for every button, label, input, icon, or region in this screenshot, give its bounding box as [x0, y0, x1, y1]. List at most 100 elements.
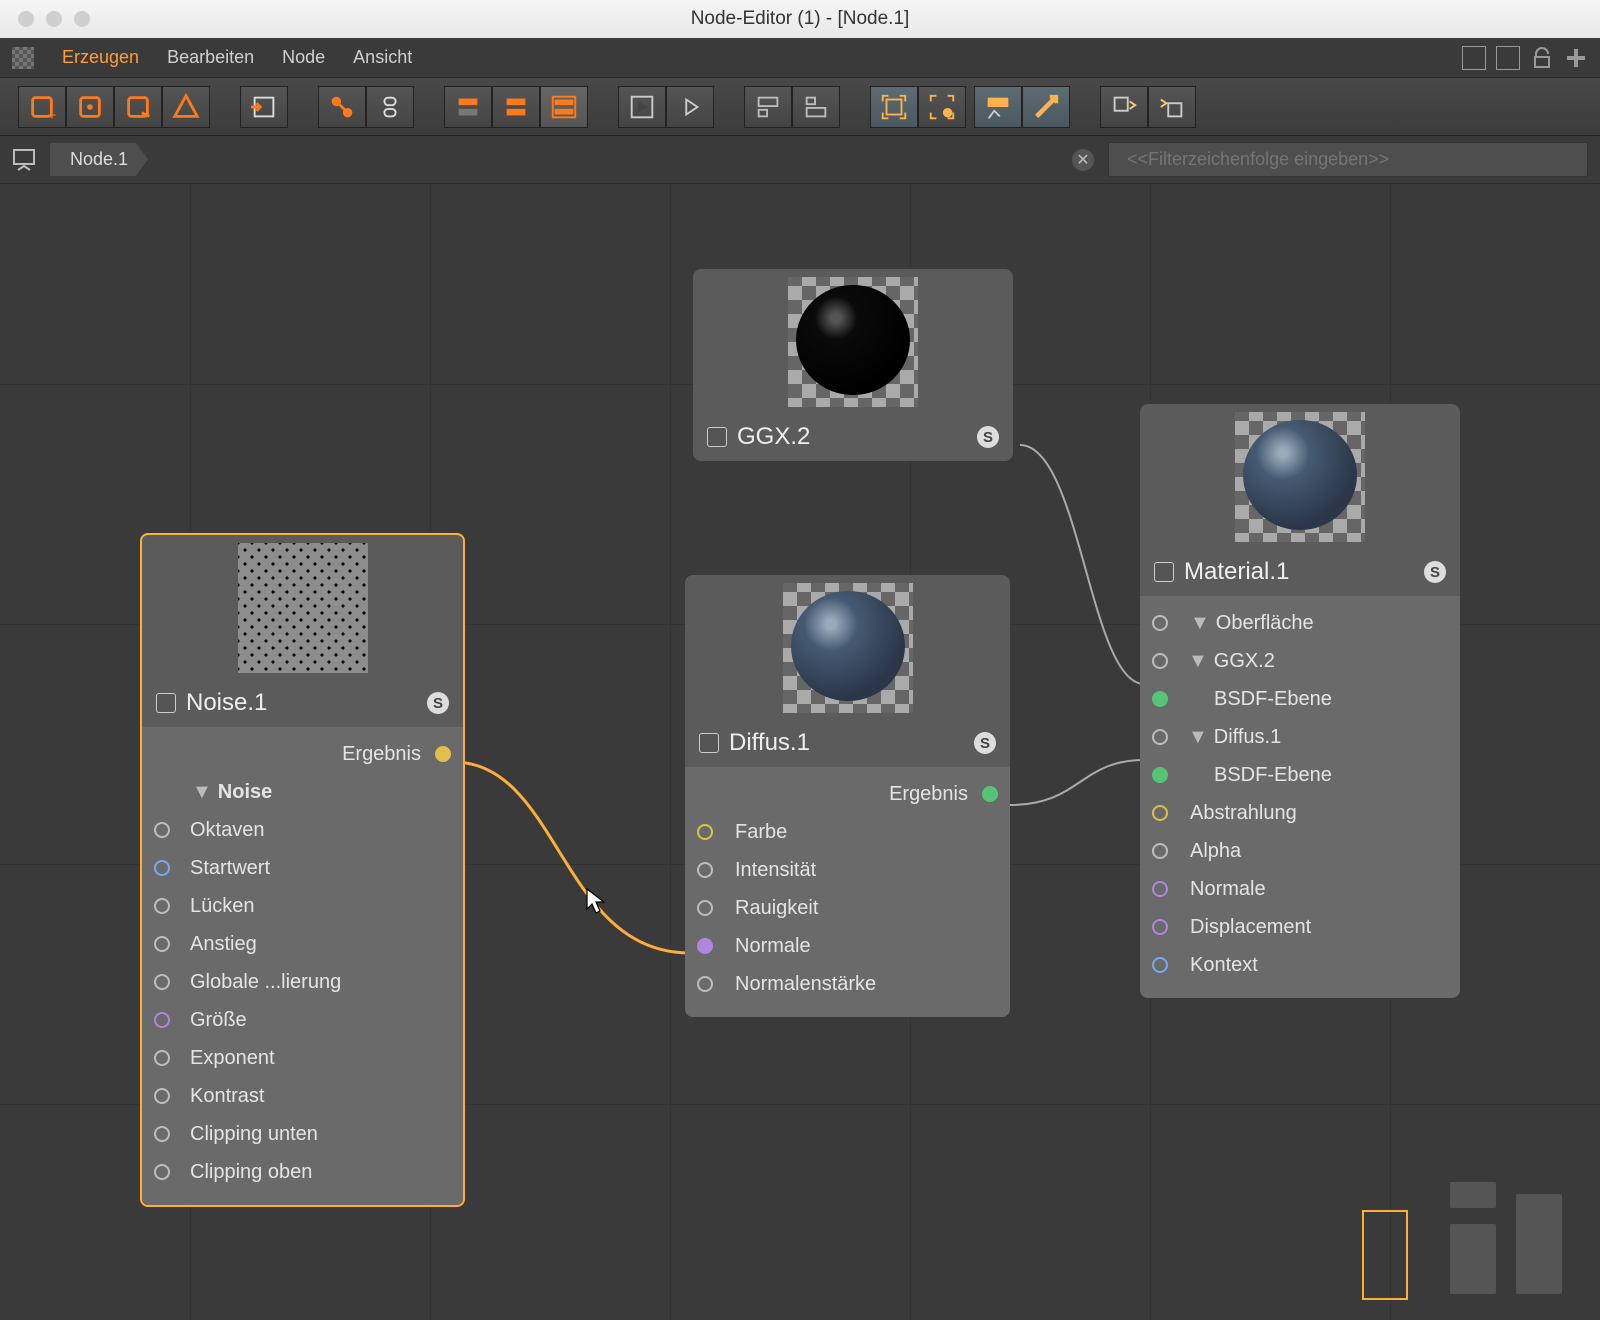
node-title: Diffus.1	[729, 729, 810, 757]
solo-badge[interactable]: S	[427, 692, 449, 714]
menu-bearbeiten[interactable]: Bearbeiten	[167, 47, 254, 68]
diffus-preview	[783, 583, 913, 713]
node-title: Noise.1	[186, 689, 267, 717]
toolbar-frame[interactable]	[870, 86, 918, 128]
in-port[interactable]	[697, 862, 713, 878]
tree-bsdf2: BSDF-Ebene	[1214, 764, 1332, 787]
in-port[interactable]	[1152, 805, 1168, 821]
in-port[interactable]	[154, 822, 170, 838]
in-port[interactable]	[697, 938, 713, 954]
out-port[interactable]	[982, 786, 998, 802]
toolbar-link[interactable]	[318, 86, 366, 128]
graph-root-icon[interactable]	[12, 148, 36, 172]
svg-text:+: +	[48, 107, 57, 122]
input-clip-oben: Clipping oben	[190, 1161, 312, 1184]
in-port[interactable]	[1152, 729, 1168, 745]
input-farbe: Farbe	[735, 821, 787, 844]
toolbar-new-node-1[interactable]: +	[18, 86, 66, 128]
in-port[interactable]	[154, 1164, 170, 1180]
toolbar-layout-b[interactable]	[792, 86, 840, 128]
solo-badge[interactable]: S	[974, 732, 996, 754]
lock-icon[interactable]	[1530, 46, 1554, 70]
plus-icon[interactable]	[1564, 46, 1588, 70]
node-canvas[interactable]: GGX.2 S Diffus.1 S Ergebnis Farbe Intens…	[0, 184, 1600, 1320]
noise-preview	[238, 543, 368, 673]
breadcrumb-node[interactable]: Node.1	[50, 143, 148, 176]
in-port[interactable]	[1152, 919, 1168, 935]
in-port[interactable]	[1152, 957, 1168, 973]
toolbar-snap-1[interactable]	[974, 86, 1022, 128]
close-filter-icon[interactable]: ✕	[1072, 149, 1094, 171]
toolbar-play-2[interactable]	[666, 86, 714, 128]
menu-erzeugen[interactable]: Erzeugen	[62, 47, 139, 68]
in-port[interactable]	[1152, 881, 1168, 897]
toolbar-import[interactable]	[240, 86, 288, 128]
tree-toggle[interactable]: ▼	[192, 781, 212, 804]
input-skalierung: Globale ...lierung	[190, 971, 341, 994]
node-type-icon	[707, 427, 727, 447]
in-port[interactable]	[1152, 843, 1168, 859]
close-window-button[interactable]	[18, 11, 34, 27]
in-port[interactable]	[697, 824, 713, 840]
tree-toggle[interactable]: ▼	[1188, 726, 1208, 749]
toolbar-snap-2[interactable]	[1022, 86, 1070, 128]
tree-toggle[interactable]: ▼	[1188, 650, 1208, 673]
menu-ansicht[interactable]: Ansicht	[353, 47, 412, 68]
toolbar-align-2[interactable]	[492, 86, 540, 128]
out-port[interactable]	[435, 746, 451, 762]
tree-diffus: Diffus.1	[1214, 726, 1281, 749]
toolbar-unlink[interactable]	[366, 86, 414, 128]
tree-toggle[interactable]: ▼	[1190, 612, 1210, 635]
input-oktaven: Oktaven	[190, 819, 264, 842]
input-displacement: Displacement	[1190, 916, 1311, 939]
toolbar-new-node-4[interactable]	[162, 86, 210, 128]
in-port[interactable]	[697, 900, 713, 916]
minimap[interactable]	[1356, 1176, 1586, 1306]
toolbar-clipboard-2[interactable]	[1148, 86, 1196, 128]
solo-badge[interactable]: S	[1424, 561, 1446, 583]
toolbar-new-node-3[interactable]	[114, 86, 162, 128]
toolbar-new-node-2[interactable]	[66, 86, 114, 128]
toolbar-layout-a[interactable]	[744, 86, 792, 128]
in-port[interactable]	[1152, 691, 1168, 707]
solo-badge[interactable]: S	[977, 426, 999, 448]
in-port[interactable]	[154, 898, 170, 914]
output-ergebnis: Ergebnis	[889, 783, 968, 806]
input-kontrast: Kontrast	[190, 1085, 264, 1108]
traffic-lights	[18, 11, 90, 27]
in-port[interactable]	[154, 1126, 170, 1142]
node-noise[interactable]: Noise.1 S Ergebnis ▼Noise Oktaven Startw…	[140, 533, 465, 1207]
panel-icon-1[interactable]	[1462, 46, 1486, 70]
breadcrumb-row: Node.1 ✕	[0, 136, 1600, 184]
input-clip-unten: Clipping unten	[190, 1123, 318, 1146]
filter-input[interactable]	[1108, 142, 1588, 177]
in-port[interactable]	[154, 860, 170, 876]
in-port[interactable]	[1152, 653, 1168, 669]
toolbar-align-3[interactable]	[540, 86, 588, 128]
toolbar-target[interactable]	[918, 86, 966, 128]
in-port[interactable]	[697, 976, 713, 992]
in-port[interactable]	[1152, 767, 1168, 783]
input-normale: Normale	[1190, 878, 1266, 901]
in-port[interactable]	[154, 1050, 170, 1066]
node-body: ▼Oberfläche ▼GGX.2 BSDF-Ebene ▼Diffus.1 …	[1140, 596, 1460, 998]
node-material[interactable]: Material.1 S ▼Oberfläche ▼GGX.2 BSDF-Ebe…	[1140, 404, 1460, 998]
in-port[interactable]	[154, 1012, 170, 1028]
node-diffus[interactable]: Diffus.1 S Ergebnis Farbe Intensität Rau…	[685, 575, 1010, 1017]
minimize-window-button[interactable]	[46, 11, 62, 27]
in-port[interactable]	[154, 974, 170, 990]
panel-icon-2[interactable]	[1496, 46, 1520, 70]
zoom-window-button[interactable]	[74, 11, 90, 27]
menu-node[interactable]: Node	[282, 47, 325, 68]
in-port[interactable]	[154, 1088, 170, 1104]
toolbar: +	[0, 78, 1600, 136]
node-title: Material.1	[1184, 558, 1289, 586]
output-ergebnis: Ergebnis	[342, 743, 421, 766]
in-port[interactable]	[154, 936, 170, 952]
node-ggx[interactable]: GGX.2 S	[693, 269, 1013, 461]
toolbar-clipboard-1[interactable]	[1100, 86, 1148, 128]
in-port[interactable]	[1152, 615, 1168, 631]
menu-bar: Erzeugen Bearbeiten Node Ansicht	[0, 38, 1600, 78]
toolbar-align-1[interactable]	[444, 86, 492, 128]
toolbar-play-1[interactable]	[618, 86, 666, 128]
